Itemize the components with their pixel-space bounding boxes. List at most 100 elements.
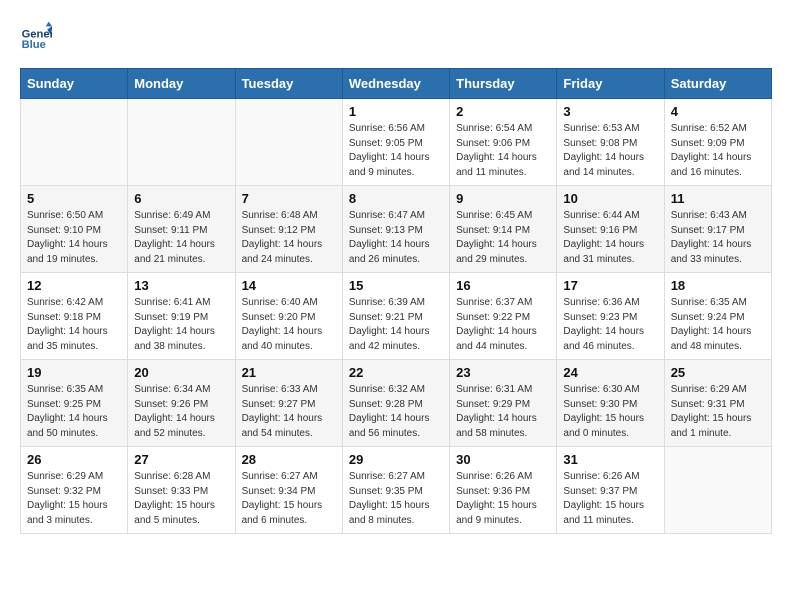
week-row-1: 1 Sunrise: 6:56 AM Sunset: 9:05 PM Daylig…: [21, 99, 772, 186]
logo: General Blue: [20, 20, 52, 52]
day-number: 20: [134, 365, 228, 380]
day-number: 31: [563, 452, 657, 467]
day-cell: 31 Sunrise: 6:26 AM Sunset: 9:37 PM Dayli…: [557, 447, 664, 534]
day-info: Sunrise: 6:32 AM Sunset: 9:28 PM Dayligh…: [349, 383, 443, 441]
day-info: Sunrise: 6:35 AM Sunset: 9:24 PM Dayligh…: [671, 296, 765, 354]
day-number: 28: [242, 452, 336, 467]
day-number: 8: [349, 191, 443, 206]
day-cell: 18Sunrise: 6:35 AM Sunset: 9:24 PM Dayli…: [664, 273, 771, 360]
day-cell: 28 Sunrise: 6:27 AM Sunset: 9:34 PM Dayli…: [235, 447, 342, 534]
day-cell: 12 Sunrise: 6:42 AM Sunset: 9:18 PM Dayli…: [21, 273, 128, 360]
day-header-tuesday: Tuesday: [235, 69, 342, 99]
day-header-saturday: Saturday: [664, 69, 771, 99]
day-number: 29: [349, 452, 443, 467]
day-cell: [21, 99, 128, 186]
day-cell: 19 Sunrise: 6:35 AM Sunset: 9:25 PM Dayli…: [21, 360, 128, 447]
day-info: Sunrise: 6:35 AM Sunset: 9:25 PM Dayligh…: [27, 383, 121, 441]
day-header-wednesday: Wednesday: [342, 69, 449, 99]
day-number: 1: [349, 104, 443, 119]
day-info: Sunrise: 6:45 AM Sunset: 9:14 PM Dayligh…: [456, 209, 550, 267]
day-info: Sunrise: 6:40 AM Sunset: 9:20 PM Dayligh…: [242, 296, 336, 354]
day-cell: 11 Sunrise: 6:43 AM Sunset: 9:17 PM Dayli…: [664, 186, 771, 273]
day-number: 13: [134, 278, 228, 293]
day-info: Sunrise: 6:49 AM Sunset: 9:11 PM Dayligh…: [134, 209, 228, 267]
day-info: Sunrise: 6:31 AM Sunset: 9:29 PM Dayligh…: [456, 383, 550, 441]
day-info: Sunrise: 6:26 AM Sunset: 9:37 PM Dayligh…: [563, 470, 657, 528]
calendar-body: 1 Sunrise: 6:56 AM Sunset: 9:05 PM Daylig…: [21, 99, 772, 534]
day-number: 12: [27, 278, 121, 293]
day-cell: 13 Sunrise: 6:41 AM Sunset: 9:19 PM Dayli…: [128, 273, 235, 360]
week-row-4: 19 Sunrise: 6:35 AM Sunset: 9:25 PM Dayli…: [21, 360, 772, 447]
day-info: Sunrise: 6:43 AM Sunset: 9:17 PM Dayligh…: [671, 209, 765, 267]
day-info: Sunrise: 6:27 AM Sunset: 9:34 PM Dayligh…: [242, 470, 336, 528]
day-info: Sunrise: 6:52 AM Sunset: 9:09 PM Dayligh…: [671, 122, 765, 180]
day-cell: 23 Sunrise: 6:31 AM Sunset: 9:29 PM Dayli…: [450, 360, 557, 447]
day-info: Sunrise: 6:29 AM Sunset: 9:32 PM Dayligh…: [27, 470, 121, 528]
day-info: Sunrise: 6:36 AM Sunset: 9:23 PM Dayligh…: [563, 296, 657, 354]
day-info: Sunrise: 6:39 AM Sunset: 9:21 PM Dayligh…: [349, 296, 443, 354]
calendar-table: SundayMondayTuesdayWednesdayThursdayFrid…: [20, 68, 772, 534]
day-cell: 7Sunrise: 6:48 AM Sunset: 9:12 PM Daylig…: [235, 186, 342, 273]
day-cell: 8 Sunrise: 6:47 AM Sunset: 9:13 PM Daylig…: [342, 186, 449, 273]
day-info: Sunrise: 6:41 AM Sunset: 9:19 PM Dayligh…: [134, 296, 228, 354]
day-number: 21: [242, 365, 336, 380]
svg-text:Blue: Blue: [22, 39, 46, 51]
day-info: Sunrise: 6:42 AM Sunset: 9:18 PM Dayligh…: [27, 296, 121, 354]
day-cell: 9 Sunrise: 6:45 AM Sunset: 9:14 PM Daylig…: [450, 186, 557, 273]
day-cell: [128, 99, 235, 186]
week-row-3: 12 Sunrise: 6:42 AM Sunset: 9:18 PM Dayli…: [21, 273, 772, 360]
day-header-thursday: Thursday: [450, 69, 557, 99]
day-info: Sunrise: 6:26 AM Sunset: 9:36 PM Dayligh…: [456, 470, 550, 528]
day-cell: 15 Sunrise: 6:39 AM Sunset: 9:21 PM Dayli…: [342, 273, 449, 360]
day-info: Sunrise: 6:27 AM Sunset: 9:35 PM Dayligh…: [349, 470, 443, 528]
day-cell: 1 Sunrise: 6:56 AM Sunset: 9:05 PM Daylig…: [342, 99, 449, 186]
day-info: Sunrise: 6:48 AM Sunset: 9:12 PM Dayligh…: [242, 209, 336, 267]
day-number: 11: [671, 191, 765, 206]
day-info: Sunrise: 6:54 AM Sunset: 9:06 PM Dayligh…: [456, 122, 550, 180]
day-number: 22: [349, 365, 443, 380]
day-number: 19: [27, 365, 121, 380]
day-number: 27: [134, 452, 228, 467]
day-cell: 21 Sunrise: 6:33 AM Sunset: 9:27 PM Dayli…: [235, 360, 342, 447]
day-number: 17: [563, 278, 657, 293]
day-number: 9: [456, 191, 550, 206]
day-info: Sunrise: 6:28 AM Sunset: 9:33 PM Dayligh…: [134, 470, 228, 528]
week-row-2: 5 Sunrise: 6:50 AM Sunset: 9:10 PM Daylig…: [21, 186, 772, 273]
day-info: Sunrise: 6:30 AM Sunset: 9:30 PM Dayligh…: [563, 383, 657, 441]
day-info: Sunrise: 6:37 AM Sunset: 9:22 PM Dayligh…: [456, 296, 550, 354]
day-number: 30: [456, 452, 550, 467]
day-cell: 27 Sunrise: 6:28 AM Sunset: 9:33 PM Dayli…: [128, 447, 235, 534]
day-info: Sunrise: 6:33 AM Sunset: 9:27 PM Dayligh…: [242, 383, 336, 441]
day-cell: [664, 447, 771, 534]
day-cell: 16 Sunrise: 6:37 AM Sunset: 9:22 PM Dayli…: [450, 273, 557, 360]
day-info: Sunrise: 6:44 AM Sunset: 9:16 PM Dayligh…: [563, 209, 657, 267]
day-cell: 5 Sunrise: 6:50 AM Sunset: 9:10 PM Daylig…: [21, 186, 128, 273]
day-header-sunday: Sunday: [21, 69, 128, 99]
day-cell: 26 Sunrise: 6:29 AM Sunset: 9:32 PM Dayli…: [21, 447, 128, 534]
calendar-header: SundayMondayTuesdayWednesdayThursdayFrid…: [21, 69, 772, 99]
day-number: 5: [27, 191, 121, 206]
day-number: 4: [671, 104, 765, 119]
day-number: 26: [27, 452, 121, 467]
day-cell: 3Sunrise: 6:53 AM Sunset: 9:08 PM Daylig…: [557, 99, 664, 186]
day-cell: 2Sunrise: 6:54 AM Sunset: 9:06 PM Daylig…: [450, 99, 557, 186]
day-number: 23: [456, 365, 550, 380]
day-number: 25: [671, 365, 765, 380]
day-number: 3: [563, 104, 657, 119]
day-cell: 4 Sunrise: 6:52 AM Sunset: 9:09 PM Daylig…: [664, 99, 771, 186]
day-info: Sunrise: 6:56 AM Sunset: 9:05 PM Dayligh…: [349, 122, 443, 180]
day-header-friday: Friday: [557, 69, 664, 99]
day-number: 14: [242, 278, 336, 293]
day-info: Sunrise: 6:47 AM Sunset: 9:13 PM Dayligh…: [349, 209, 443, 267]
day-number: 6: [134, 191, 228, 206]
day-cell: 17 Sunrise: 6:36 AM Sunset: 9:23 PM Dayli…: [557, 273, 664, 360]
day-cell: 22 Sunrise: 6:32 AM Sunset: 9:28 PM Dayli…: [342, 360, 449, 447]
day-cell: 20Sunrise: 6:34 AM Sunset: 9:26 PM Dayli…: [128, 360, 235, 447]
header-row: SundayMondayTuesdayWednesdayThursdayFrid…: [21, 69, 772, 99]
day-cell: 30 Sunrise: 6:26 AM Sunset: 9:36 PM Dayli…: [450, 447, 557, 534]
day-cell: 24Sunrise: 6:30 AM Sunset: 9:30 PM Dayli…: [557, 360, 664, 447]
day-number: 16: [456, 278, 550, 293]
day-info: Sunrise: 6:50 AM Sunset: 9:10 PM Dayligh…: [27, 209, 121, 267]
page-header: General Blue: [20, 20, 772, 52]
day-number: 15: [349, 278, 443, 293]
